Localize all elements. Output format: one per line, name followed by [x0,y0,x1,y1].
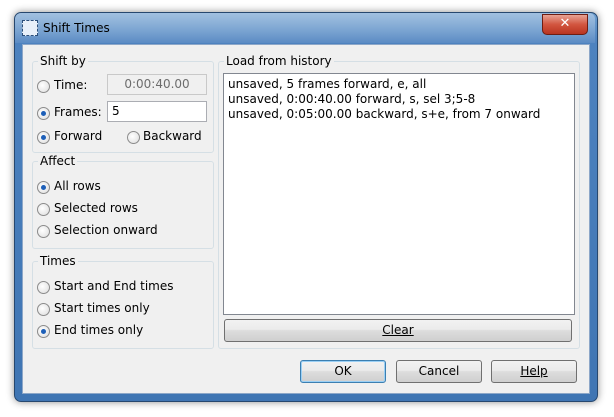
backward-radio[interactable] [127,131,140,144]
clear-button-label: Clear [382,323,414,337]
app-icon [22,20,38,36]
affect-selected-rows-radio[interactable] [37,203,50,216]
times-title: Times [38,254,78,268]
history-list[interactable]: unsaved, 5 frames forward, e, all unsave… [223,73,575,315]
forward-label[interactable]: Forward [54,129,102,143]
window-title: Shift Times [43,21,110,35]
affect-title: Affect [38,154,78,168]
time-label[interactable]: Time: [54,78,87,92]
close-button[interactable]: ✕ [542,14,588,35]
times-end-only-radio[interactable] [37,325,50,338]
affect-all-rows-radio[interactable] [37,181,50,194]
ok-button[interactable]: OK [300,360,386,383]
affect-selection-onward-label[interactable]: Selection onward [54,223,158,237]
cancel-button[interactable]: Cancel [396,360,482,383]
frames-radio[interactable] [37,107,50,120]
times-start-end-radio[interactable] [37,281,50,294]
shift-by-title: Shift by [38,54,88,68]
history-item[interactable]: unsaved, 5 frames forward, e, all [228,77,426,91]
history-item[interactable]: unsaved, 0:05:00.00 backward, s+e, from … [228,107,540,121]
times-start-only-label[interactable]: Start times only [54,301,150,315]
affect-selected-rows-label[interactable]: Selected rows [54,201,138,215]
frames-input[interactable]: 5 [107,101,207,122]
forward-radio[interactable] [37,131,50,144]
history-title: Load from history [224,54,334,68]
clear-button[interactable]: Clear [224,319,572,342]
time-input[interactable]: 0:00:40.00 [107,74,207,95]
times-start-only-radio[interactable] [37,303,50,316]
frames-label[interactable]: Frames: [54,105,102,119]
affect-selection-onward-radio[interactable] [37,225,50,238]
time-radio[interactable] [37,80,50,93]
times-start-end-label[interactable]: Start and End times [54,279,174,293]
help-button[interactable]: Help [491,360,577,383]
help-button-label: Help [520,364,548,378]
history-item[interactable]: unsaved, 0:00:40.00 forward, s, sel 3;5-… [228,92,475,106]
affect-all-rows-label[interactable]: All rows [54,179,101,193]
backward-label[interactable]: Backward [143,129,202,143]
times-end-only-label[interactable]: End times only [54,323,143,337]
